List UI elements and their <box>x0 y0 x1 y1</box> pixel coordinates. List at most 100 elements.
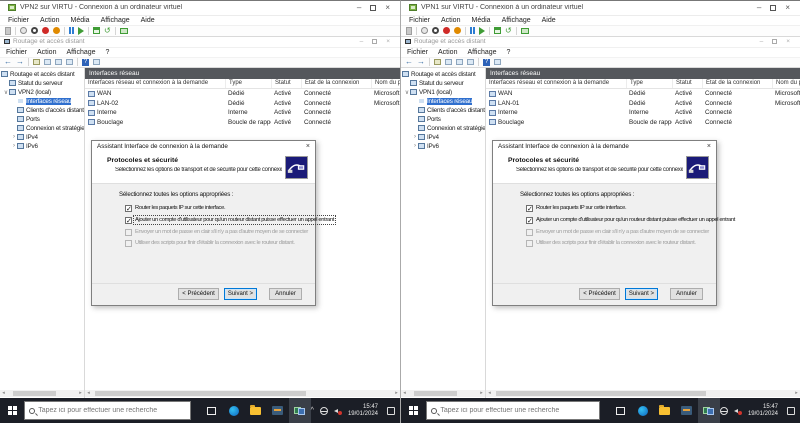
rras-menu-fichier[interactable]: Fichier <box>6 49 27 56</box>
export-list-icon[interactable] <box>66 59 73 65</box>
vm-menu-fichier[interactable]: Fichier <box>8 17 29 24</box>
taskbar-clock[interactable]: 15:47 19/01/2024 <box>748 404 778 418</box>
shut-down-vm-icon[interactable] <box>53 27 60 34</box>
tree-horizontal-scrollbar[interactable]: ◂ ▸ <box>401 390 485 397</box>
vm-titlebar[interactable]: VPN2 sur VIRTU - Connexion à un ordinate… <box>0 1 400 16</box>
forward-icon[interactable]: → <box>16 58 24 66</box>
vm-menu-media[interactable]: Média <box>70 17 89 24</box>
help-icon[interactable]: ? <box>82 59 89 66</box>
taskbar-search[interactable] <box>24 401 190 420</box>
vm-menu-aide[interactable]: Aide <box>141 17 155 24</box>
tree-item-root[interactable]: Routage et accès distant <box>0 70 84 79</box>
scrollbar-track[interactable] <box>493 390 793 397</box>
scroll-right-icon[interactable]: ▸ <box>77 390 84 397</box>
vm-menu-affichage[interactable]: Affichage <box>101 17 130 24</box>
task-view-button[interactable] <box>610 398 632 423</box>
tree-item-policies[interactable]: Connexion et stratégies <box>401 124 485 133</box>
file-explorer-button[interactable] <box>245 398 267 423</box>
column-state[interactable]: État de la connexion <box>702 79 772 88</box>
tree-item-network-interfaces[interactable]: Interfaces réseau <box>401 97 485 106</box>
resume-vm-icon[interactable] <box>78 27 84 35</box>
search-input[interactable] <box>440 407 595 414</box>
list-view-icon[interactable] <box>93 59 100 65</box>
checkbox-icon[interactable] <box>526 205 533 212</box>
previous-button[interactable]: < Précédent <box>178 288 219 300</box>
start-button[interactable] <box>0 398 24 423</box>
revert-vm-icon[interactable]: ↺ <box>505 27 512 35</box>
tree-item-server[interactable]: ∨ VPN2 (local) <box>0 88 84 97</box>
start-button[interactable] <box>401 398 426 423</box>
rras-taskbar-button[interactable] <box>289 398 311 423</box>
column-name[interactable]: Interfaces réseau et connexion à la dema… <box>486 79 626 88</box>
turn-off-vm-icon[interactable] <box>443 27 450 34</box>
close-icon[interactable]: × <box>707 143 711 150</box>
maximize-icon[interactable] <box>370 5 376 11</box>
rras-menu-affichage[interactable]: Affichage <box>467 49 496 56</box>
close-icon[interactable]: × <box>306 143 310 150</box>
minimize-icon[interactable]: – <box>757 4 761 12</box>
scrollbar-thumb[interactable] <box>95 391 306 396</box>
rras-menu-action[interactable]: Action <box>438 49 457 56</box>
close-icon[interactable]: × <box>785 4 790 12</box>
scroll-left-icon[interactable]: ◂ <box>0 390 7 397</box>
clipboard-icon[interactable] <box>406 27 412 35</box>
rras-menu-affichage[interactable]: Affichage <box>66 49 95 56</box>
column-type[interactable]: Type <box>225 79 271 88</box>
tree-item-ipv4[interactable]: › IPv4 <box>0 133 84 142</box>
previous-button[interactable]: < Précédent <box>579 288 620 300</box>
column-state[interactable]: État de la connexion <box>301 79 371 88</box>
checkbox-row-add-user-account[interactable]: Ajouter un compte d'utilisateur pour qu'… <box>526 217 735 224</box>
maximize-icon[interactable] <box>770 5 776 11</box>
tree-item-remote-clients[interactable]: Clients d'accès distant (0 <box>401 106 485 115</box>
forward-icon[interactable]: → <box>417 58 425 66</box>
tree-item-ports[interactable]: Ports <box>0 115 84 124</box>
vm-menu-media[interactable]: Média <box>471 17 490 24</box>
taskbar-search[interactable] <box>426 401 600 420</box>
edge-button[interactable] <box>632 398 654 423</box>
cancel-button[interactable]: Annuler <box>670 288 703 300</box>
task-view-button[interactable] <box>201 398 223 423</box>
scroll-right-icon[interactable]: ▸ <box>793 390 800 397</box>
table-row[interactable]: LAN-01 Dédié Activé Connecté Microsoft H <box>486 98 800 108</box>
back-icon[interactable]: ← <box>4 58 12 66</box>
list-horizontal-scrollbar[interactable]: ◂ ▸ <box>486 390 800 397</box>
scroll-right-icon[interactable]: ▸ <box>393 390 400 397</box>
file-explorer-button[interactable] <box>654 398 676 423</box>
scrollbar-thumb[interactable] <box>13 391 56 396</box>
tree-item-policies[interactable]: Connexion et stratégies <box>0 124 84 133</box>
search-input[interactable] <box>38 407 185 414</box>
scroll-left-icon[interactable]: ◂ <box>486 390 493 397</box>
tree-item-ipv6[interactable]: › IPv6 <box>0 142 84 151</box>
checkbox-row-add-user-account[interactable]: Ajouter un compte d'utilisateur pour qu'… <box>125 217 334 224</box>
checkpoint-icon[interactable] <box>120 28 128 34</box>
cancel-button[interactable]: Annuler <box>269 288 302 300</box>
rras-taskbar-button[interactable] <box>698 398 720 423</box>
tree-item-root[interactable]: Routage et accès distant <box>401 70 485 79</box>
scroll-left-icon[interactable]: ◂ <box>85 390 92 397</box>
revert-vm-icon[interactable]: ↺ <box>104 27 111 35</box>
next-button[interactable]: Suivant > <box>224 288 257 300</box>
scroll-left-icon[interactable]: ◂ <box>401 390 408 397</box>
restore-icon[interactable] <box>372 39 377 44</box>
scrollbar-track[interactable] <box>7 390 77 397</box>
pause-vm-icon[interactable] <box>470 27 475 34</box>
taskbar-clock[interactable]: 15:47 19/01/2024 <box>348 404 378 418</box>
show-console-tree-icon[interactable] <box>434 59 441 65</box>
close-icon[interactable]: × <box>786 38 790 46</box>
rras-menu-action[interactable]: Action <box>37 49 56 56</box>
server-manager-button[interactable] <box>676 398 698 423</box>
properties-icon[interactable] <box>44 59 51 65</box>
column-device[interactable]: Nom du pér <box>772 79 800 88</box>
column-type[interactable]: Type <box>626 79 672 88</box>
vm-menu-action[interactable]: Action <box>40 17 59 24</box>
close-icon[interactable]: × <box>385 4 390 12</box>
save-vm-icon[interactable] <box>494 27 501 34</box>
table-row[interactable]: Interne Interne Activé Connecté <box>85 108 400 118</box>
tree-item-ipv4[interactable]: › IPv4 <box>401 133 485 142</box>
edge-button[interactable] <box>223 398 245 423</box>
restore-icon[interactable] <box>772 39 777 44</box>
network-icon[interactable] <box>320 407 328 415</box>
vm-menu-affichage[interactable]: Affichage <box>502 17 531 24</box>
vm-menu-aide[interactable]: Aide <box>542 17 556 24</box>
dialog-titlebar[interactable]: Assistant Interface de connexion à la de… <box>493 141 716 153</box>
